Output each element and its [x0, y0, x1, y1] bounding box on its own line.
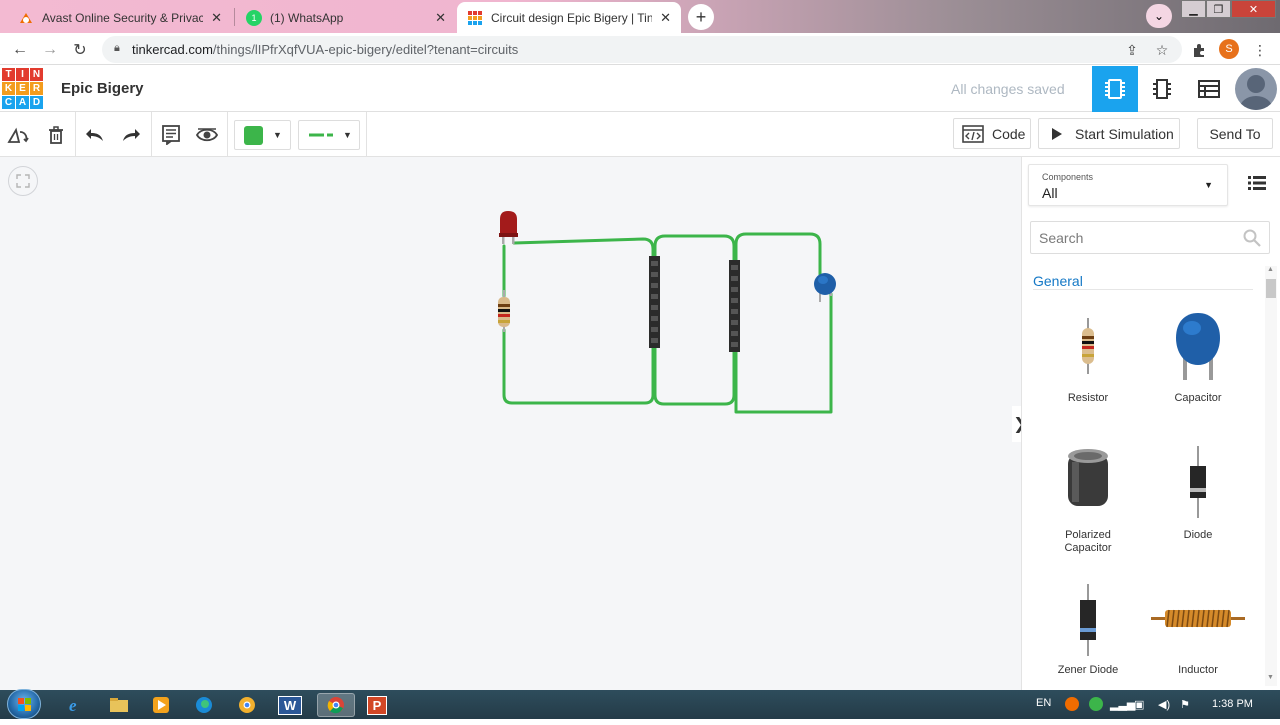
list-view-button[interactable] — [1245, 172, 1269, 194]
windows-taskbar: e W P EN ▂▃▅ ▣ ◀) ⚑ 1:38 PM — [0, 690, 1280, 719]
edge-icon[interactable] — [188, 693, 220, 717]
signal-icon[interactable]: ▂▃▅ — [1110, 698, 1135, 711]
svg-text:e: e — [69, 696, 77, 715]
list-icon — [1248, 176, 1266, 190]
component-item-diode[interactable]: Diode — [1153, 440, 1243, 550]
panel-scrollbar[interactable] — [1265, 266, 1277, 686]
tab-search-button[interactable]: ⌄ — [1146, 4, 1172, 28]
wire — [653, 344, 736, 406]
scrollbar-thumb[interactable] — [1266, 279, 1276, 298]
word-letter: W — [277, 695, 303, 715]
led[interactable] — [499, 211, 518, 244]
component-item-resistor[interactable]: Resistor — [1043, 300, 1133, 410]
security-tray-icon[interactable] — [1088, 696, 1104, 715]
circuit-view-button[interactable] — [1092, 66, 1138, 112]
inductor-icon — [1151, 609, 1245, 628]
minimize-button[interactable]: ▁ — [1181, 0, 1206, 18]
component-label: Polarized Capacitor — [1064, 529, 1112, 554]
component-label: Inductor — [1178, 664, 1218, 676]
scroll-down-icon[interactable]: ▼ — [1267, 674, 1274, 681]
start-button[interactable] — [7, 689, 41, 719]
schematic-view-button[interactable] — [1139, 66, 1185, 112]
section-divider — [1033, 289, 1253, 290]
wire — [653, 234, 736, 264]
search-placeholder: Search — [1039, 229, 1084, 246]
components-dropdown-value: All — [1042, 185, 1058, 201]
ppt-letter: P — [366, 695, 388, 715]
capacitor-icon — [1176, 313, 1220, 380]
powerpoint-icon[interactable]: P — [361, 693, 393, 717]
resistor-icon — [1082, 318, 1094, 374]
explorer-icon[interactable] — [103, 693, 135, 717]
component-item-capacitor[interactable]: Capacitor — [1153, 300, 1243, 410]
chevron-down-icon: ⌄ — [1153, 9, 1165, 23]
chevron-down-icon: ▼ — [1204, 180, 1213, 190]
minimize-icon: ▁ — [1189, 3, 1198, 16]
component-list-view-button[interactable] — [1186, 66, 1232, 112]
close-icon: ✕ — [1248, 3, 1259, 16]
send-to-button[interactable]: Send To — [1197, 118, 1273, 149]
maximize-icon: ❐ — [1213, 3, 1224, 16]
section-title: General — [1033, 273, 1083, 289]
start-simulation-button[interactable]: Start Simulation — [1038, 118, 1180, 149]
circuit-diagram — [498, 211, 836, 414]
component-label: Resistor — [1067, 392, 1109, 404]
component-item-polarized-capacitor[interactable]: Polarized Capacitor — [1043, 440, 1133, 560]
play-icon — [1052, 127, 1062, 140]
avast-tray-icon[interactable] — [1064, 696, 1080, 715]
extensions-puzzle-icon[interactable] — [1189, 40, 1209, 60]
word-icon[interactable]: W — [274, 693, 306, 717]
component-label: Diode — [1183, 529, 1213, 541]
wire — [734, 292, 833, 414]
bookmark-star-icon[interactable]: ☆ — [1152, 40, 1172, 60]
chrome-canary-icon[interactable] — [231, 693, 263, 717]
wire — [512, 237, 655, 260]
share-icon[interactable]: ⇪ — [1122, 40, 1142, 60]
scroll-up-icon[interactable]: ▲ — [1267, 266, 1274, 273]
wire — [734, 232, 822, 280]
components-dropdown[interactable]: Components All ▼ — [1028, 164, 1228, 206]
user-avatar[interactable] — [1235, 68, 1277, 110]
wire — [502, 328, 655, 405]
maximize-button[interactable]: ❐ — [1206, 0, 1231, 18]
profile-avatar[interactable]: S — [1219, 39, 1239, 59]
more-menu-icon[interactable]: ⋮ — [1250, 40, 1270, 60]
component-label: Zener Diode — [1057, 664, 1119, 676]
header-right[interactable] — [729, 260, 740, 352]
media-player-icon[interactable] — [145, 693, 177, 717]
clock[interactable]: 1:38 PM — [1212, 698, 1253, 710]
close-window-button[interactable]: ✕ — [1231, 0, 1276, 18]
ie-icon[interactable]: e — [60, 693, 92, 717]
windows-logo-icon — [18, 698, 31, 711]
language-indicator[interactable]: EN — [1036, 697, 1051, 709]
action-center-icon[interactable]: ⚑ — [1180, 698, 1190, 711]
wires[interactable] — [502, 232, 833, 414]
header-left[interactable] — [649, 256, 660, 348]
search-icon — [1243, 229, 1261, 252]
components-dropdown-label: Components — [1042, 172, 1094, 182]
zener-diode-icon — [1080, 584, 1096, 656]
component-label: Capacitor — [1174, 392, 1222, 404]
volume-icon[interactable]: ◀) — [1158, 698, 1170, 711]
component-item-zener-diode[interactable]: Zener Diode — [1043, 580, 1133, 690]
schematic-icon — [1153, 79, 1171, 99]
chrome-icon[interactable] — [317, 693, 355, 717]
table-icon — [1198, 80, 1220, 98]
component-item-inductor[interactable]: Inductor — [1151, 580, 1245, 690]
diode-icon — [1190, 446, 1206, 518]
start-simulation-label: Start Simulation — [1075, 125, 1174, 142]
search-input[interactable]: Search — [1030, 221, 1270, 254]
ceramic-capacitor[interactable] — [814, 273, 836, 302]
resistor[interactable] — [498, 290, 510, 332]
network-icon[interactable]: ▣ — [1134, 698, 1144, 711]
chip-icon — [1105, 79, 1125, 99]
polarized-capacitor-icon — [1068, 449, 1108, 506]
